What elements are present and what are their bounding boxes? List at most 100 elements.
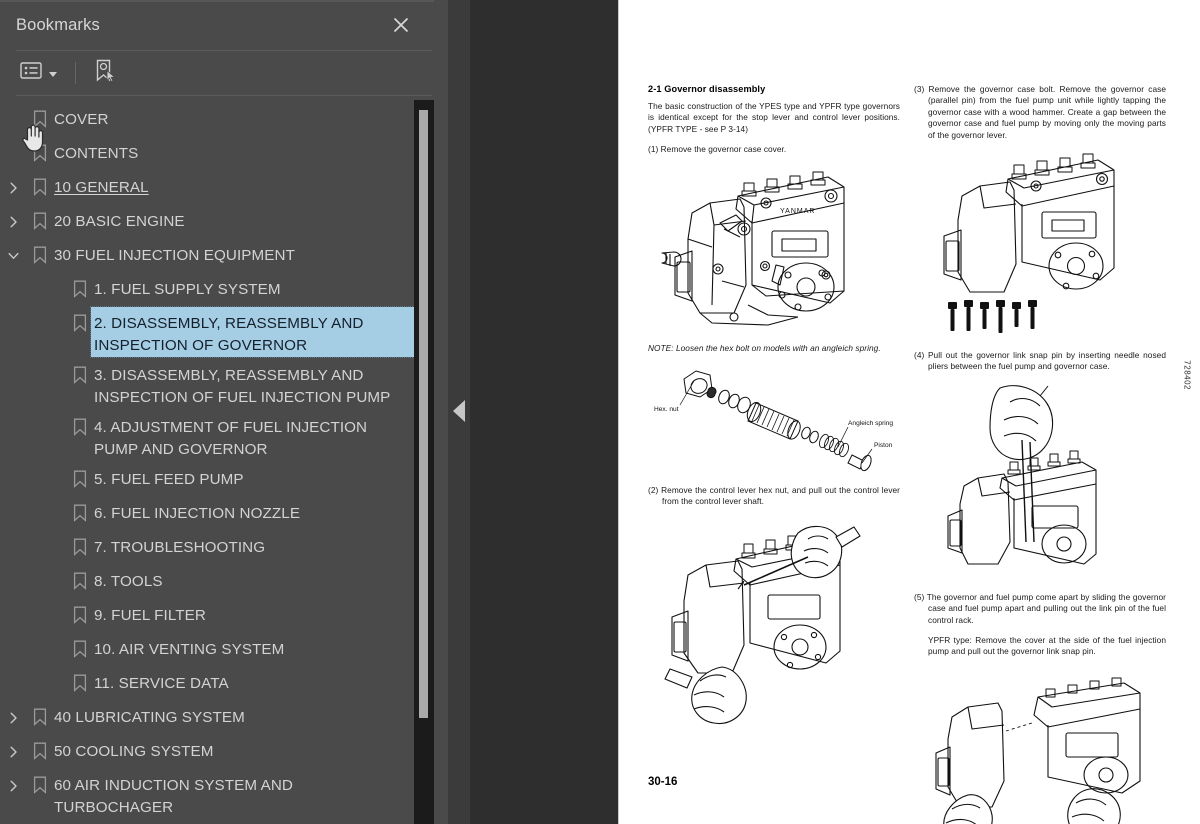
bookmark-item[interactable]: 40 LUBRICATING SYSTEM	[0, 700, 420, 734]
bookmark-item[interactable]: 5. FUEL FEED PUMP	[0, 462, 420, 496]
bookmark-item-label[interactable]: 1. FUEL SUPPLY SYSTEM	[94, 273, 287, 301]
bookmark-icon	[66, 273, 94, 298]
twisty-placeholder	[40, 599, 66, 610]
bookmarks-tree-container: COVER CONTENTS 10 GENERAL 20 BASIC ENGINE 30…	[0, 96, 448, 824]
step-5-paragraph: (5) The governor and fuel pump come apar…	[914, 591, 1166, 625]
new-bookmark-icon	[94, 59, 116, 88]
bookmark-item-label[interactable]: 5. FUEL FEED PUMP	[94, 463, 250, 491]
options-list-icon	[20, 62, 42, 84]
figure-separating-governor-pump	[914, 667, 1166, 824]
bookmark-item[interactable]: 6. FUEL INJECTION NOZZLE	[0, 496, 420, 530]
bookmark-icon	[66, 531, 94, 556]
bookmark-item-label[interactable]: 20 BASIC ENGINE	[54, 205, 191, 233]
bookmark-item-label[interactable]: 40 LUBRICATING SYSTEM	[54, 701, 251, 729]
bookmark-item[interactable]: 10. AIR VENTING SYSTEM	[0, 632, 420, 666]
bookmark-icon	[26, 701, 54, 726]
bookmarks-panel: Bookmarks COVER CONTENTS 10 GENERAL 20 B…	[0, 0, 448, 824]
viewer-gutter	[448, 0, 618, 824]
bookmark-item-label[interactable]: 8. TOOLS	[94, 565, 169, 593]
twisty-placeholder	[40, 411, 66, 422]
bookmark-item[interactable]: 3. DISASSEMBLY, REASSEMBLY AND INSPECTIO…	[0, 358, 420, 410]
figure-governor-case-bolts	[914, 150, 1166, 340]
figure-label-piston: Piston	[874, 442, 893, 449]
figure-angleich-spring-exploded: Hex. nut Angleich spring Piston	[648, 363, 900, 475]
bookmark-icon	[26, 205, 54, 230]
bookmark-icon	[26, 103, 54, 128]
bookmarks-scrollbar-thumb[interactable]	[419, 110, 428, 718]
twisty-placeholder	[0, 137, 26, 148]
figure-control-lever-removal	[648, 517, 900, 729]
collapse-panel-handle[interactable]	[453, 400, 465, 422]
close-icon[interactable]	[388, 12, 414, 38]
bookmark-item-label[interactable]: 6. FUEL INJECTION NOZZLE	[94, 497, 306, 525]
bookmarks-scrollbar[interactable]	[414, 100, 434, 824]
bookmark-item[interactable]: 30 FUEL INJECTION EQUIPMENT	[0, 238, 420, 272]
bookmark-item-label[interactable]: 50 COOLING SYSTEM	[54, 735, 220, 763]
bookmark-item-label[interactable]: 60 AIR INDUCTION SYSTEM AND TURBOCHAGER	[54, 769, 406, 819]
bookmark-icon	[66, 633, 94, 658]
pdf-page: 2-1 Governor disassembly The basic const…	[618, 0, 1200, 824]
toolbar-divider	[75, 62, 76, 84]
section-intro-paragraph: The basic construction of the YPES type …	[648, 101, 900, 134]
twisty-placeholder	[40, 307, 66, 318]
bookmark-icon	[66, 599, 94, 624]
bookmark-icon	[66, 463, 94, 488]
note-paragraph: NOTE: Loosen the hex bolt on models with…	[648, 342, 881, 353]
bookmark-item[interactable]: 8. TOOLS	[0, 564, 420, 598]
bookmark-icon	[66, 411, 94, 436]
bookmark-item[interactable]: 20 BASIC ENGINE	[0, 204, 420, 238]
bookmarks-toolbar	[0, 51, 448, 95]
chevron-right-icon[interactable]	[0, 701, 26, 724]
bookmark-item[interactable]: 4. ADJUSTMENT OF FUEL INJECTION PUMP AND…	[0, 410, 420, 462]
panel-right-rail	[434, 0, 448, 824]
bookmark-item[interactable]: 70 ELECTRICAL SYSTEM	[0, 820, 420, 824]
bookmark-item[interactable]: 1. FUEL SUPPLY SYSTEM	[0, 272, 420, 306]
bookmark-item-label[interactable]: 7. TROUBLESHOOTING	[94, 531, 271, 559]
twisty-placeholder	[0, 103, 26, 114]
figure-removed-bolts	[948, 300, 1037, 334]
bookmark-item-label[interactable]: 11. SERVICE DATA	[94, 667, 235, 695]
bookmark-item-label[interactable]: 10 GENERAL	[54, 171, 155, 199]
bookmark-item-label[interactable]: 2. DISASSEMBLY, REASSEMBLY AND INSPECTIO…	[90, 306, 421, 358]
bookmark-item-label[interactable]: 10. AIR VENTING SYSTEM	[94, 633, 290, 661]
figure-label-hex-nut: Hex. nut	[654, 406, 679, 413]
svg-text:YANMAR: YANMAR	[780, 208, 815, 215]
bookmark-item-label[interactable]: 3. DISASSEMBLY, REASSEMBLY AND INSPECTIO…	[94, 359, 420, 409]
bookmark-item[interactable]: 10 GENERAL	[0, 170, 420, 204]
new-bookmark-button[interactable]	[90, 56, 120, 91]
bookmark-item[interactable]: 9. FUEL FILTER	[0, 598, 420, 632]
twisty-placeholder	[40, 667, 66, 678]
bookmark-item-label[interactable]: 9. FUEL FILTER	[94, 599, 212, 627]
bookmark-item[interactable]: 7. TROUBLESHOOTING	[0, 530, 420, 564]
bookmark-item-label[interactable]: 4. ADJUSTMENT OF FUEL INJECTION PUMP AND…	[94, 411, 420, 461]
bookmark-item[interactable]: CONTENTS	[0, 136, 420, 170]
chevron-down-icon[interactable]	[0, 239, 26, 262]
bookmark-options-button[interactable]	[16, 59, 61, 87]
chevron-right-icon[interactable]	[0, 769, 26, 792]
bookmark-item-label[interactable]: COVER	[54, 103, 115, 131]
step-3-paragraph: (3) Remove the governor case bolt. Remov…	[914, 84, 1166, 140]
page-column-right: (3) Remove the governor case bolt. Remov…	[914, 84, 1166, 824]
bookmark-icon	[66, 307, 94, 332]
twisty-placeholder	[40, 497, 66, 508]
chevron-right-icon[interactable]	[0, 735, 26, 758]
chevron-down-icon	[49, 71, 57, 77]
bookmark-item[interactable]: 2. DISASSEMBLY, REASSEMBLY AND INSPECTIO…	[0, 306, 421, 358]
bookmark-icon	[26, 769, 54, 794]
bookmark-icon	[26, 171, 54, 196]
figure-label-angleich-spring: Angleich spring	[848, 420, 893, 427]
twisty-placeholder	[40, 273, 66, 284]
bookmark-item[interactable]: COVER	[0, 102, 420, 136]
bookmark-item[interactable]: 11. SERVICE DATA	[0, 666, 420, 700]
bookmark-item[interactable]: 60 AIR INDUCTION SYSTEM AND TURBOCHAGER	[0, 768, 420, 820]
section-heading: 2-1 Governor disassembly	[648, 84, 766, 94]
panel-title: Bookmarks	[16, 15, 100, 34]
step-2-paragraph: (2) Remove the control lever hex nut, an…	[648, 485, 900, 507]
bookmark-item-label[interactable]: 30 FUEL INJECTION EQUIPMENT	[54, 239, 301, 267]
chevron-right-icon[interactable]	[0, 205, 26, 228]
bookmark-icon	[66, 359, 94, 384]
bookmarks-panel-header: Bookmarks	[0, 0, 448, 50]
chevron-right-icon[interactable]	[0, 171, 26, 194]
bookmark-item[interactable]: 50 COOLING SYSTEM	[0, 734, 420, 768]
bookmark-item-label[interactable]: CONTENTS	[54, 137, 144, 165]
